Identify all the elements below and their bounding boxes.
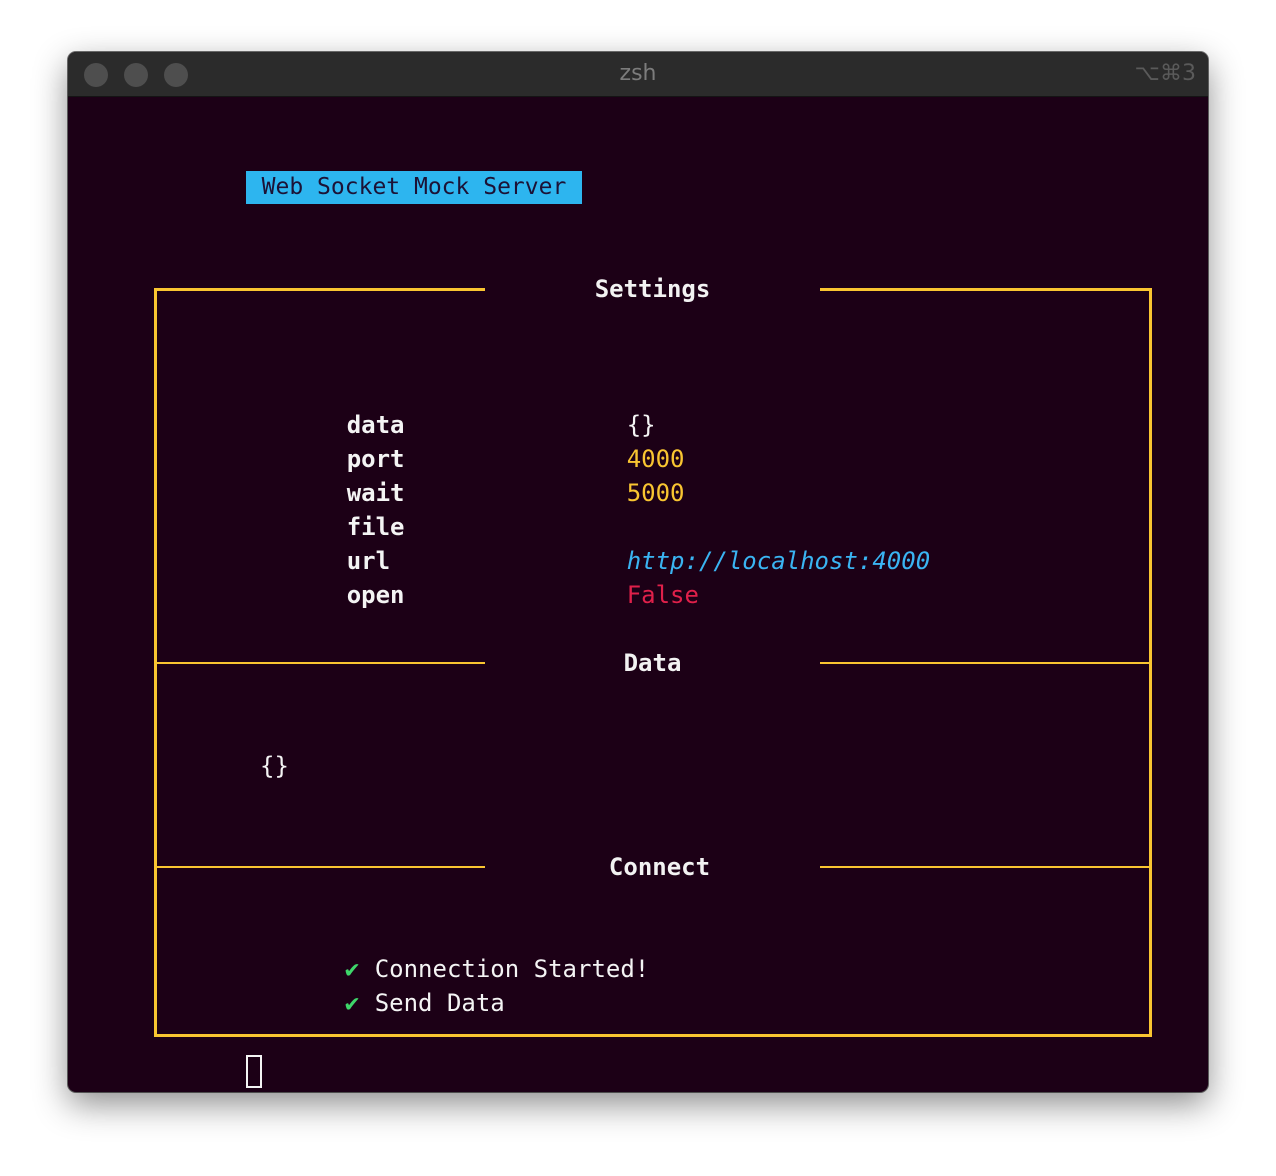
shell-prompt: ws-server➜ (78, 1055, 312, 1089)
settings-row-wait: wait 5000 (260, 442, 685, 507)
settings-value: False (626, 581, 699, 609)
connect-log-item: ✔ Connection Started! (258, 918, 650, 983)
connect-log-item: ✔ Send Data (258, 952, 505, 1017)
connect-log-text: Send Data (374, 989, 505, 1017)
check-icon: ✔ (344, 989, 360, 1017)
settings-row-port: port 4000 (260, 408, 685, 473)
terminal-content[interactable]: Web Socket Mock Server Settings data{} p… (68, 52, 1208, 1092)
settings-key: open (346, 581, 405, 609)
settings-top-border-left (154, 288, 485, 291)
terminal-window: zsh ⌥⌘3 Web Socket Mock Server Settings … (68, 52, 1208, 1092)
app-banner: Web Socket Mock Server (246, 171, 582, 204)
connect-section-title: Connect (608, 853, 711, 881)
settings-section-title: Settings (594, 275, 711, 303)
settings-row-url: url http://localhost:4000 (260, 510, 930, 575)
settings-row-data: data{} (260, 374, 656, 439)
data-divider-left (157, 662, 485, 664)
settings-row-open: open False (260, 544, 699, 609)
data-divider-right (820, 662, 1149, 664)
settings-value: 5000 (626, 479, 685, 507)
connect-divider-right (820, 866, 1149, 868)
settings-row-file: file (260, 476, 627, 541)
terminal-cursor[interactable] (246, 1055, 262, 1088)
data-section-title: Data (623, 649, 682, 677)
connect-divider-left (157, 866, 485, 868)
settings-top-border-right (820, 288, 1152, 291)
data-content: {} (260, 752, 289, 780)
